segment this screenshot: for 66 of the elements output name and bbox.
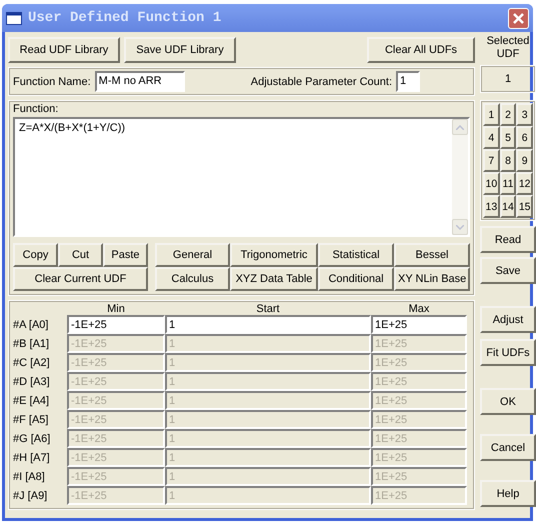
parameter-label: #E [A4] — [13, 394, 50, 406]
library-button[interactable]: Read UDF Library — [8, 37, 120, 63]
parameter-field[interactable]: 1 — [165, 315, 371, 334]
cancel-button[interactable]: Cancel — [480, 434, 536, 461]
parameter-label: #F [A5] — [13, 414, 50, 426]
function-category-button[interactable]: Trigonometric — [230, 243, 318, 267]
function-label: Function: — [13, 103, 60, 115]
clear-all-button[interactable]: Clear All UDFs — [367, 37, 475, 63]
column-header: Max — [408, 303, 430, 315]
close-icon — [512, 12, 525, 24]
function-name-field[interactable]: M-M no ARR — [94, 71, 185, 92]
fit-udfs-button[interactable]: Fit UDFs — [480, 339, 536, 366]
selected-udf-label: Selected UDF — [486, 35, 530, 62]
save-button[interactable]: Save — [480, 257, 536, 284]
parameter-field[interactable]: -1E+25 — [67, 315, 165, 334]
scrollbar[interactable] — [452, 119, 468, 235]
parameter-label: #C [A2] — [13, 356, 51, 368]
read-button[interactable]: Read — [480, 226, 536, 253]
parameter-field[interactable]: 1E+25 — [371, 315, 467, 334]
parameter-label: #H [A7] — [13, 452, 51, 464]
udf-number-button[interactable]: 5 — [500, 126, 516, 149]
window-icon — [6, 12, 22, 24]
edit-button[interactable]: Copy — [13, 243, 58, 267]
udf-number-button[interactable]: 8 — [500, 149, 516, 172]
udf-number-button[interactable]: 2 — [500, 103, 516, 126]
function-category-button[interactable]: Statistical — [318, 243, 394, 267]
udf-number-button[interactable]: 14 — [500, 195, 516, 218]
edit-button[interactable]: Paste — [103, 243, 148, 267]
window-title: User Defined Function 1 — [28, 10, 222, 26]
udf-number-button[interactable]: 1 — [483, 103, 500, 126]
udf-number-button[interactable]: 6 — [516, 126, 533, 149]
ok-button[interactable]: OK — [480, 388, 536, 415]
function-category-button[interactable]: Calculus — [155, 267, 230, 291]
function-category-button[interactable]: Conditional — [318, 267, 394, 291]
library-button[interactable]: Save UDF Library — [124, 37, 236, 63]
function-category-button[interactable]: General — [155, 243, 230, 267]
parameter-label: #B [A1] — [13, 338, 50, 350]
udf-number-button[interactable]: 12 — [516, 172, 533, 195]
function-field[interactable]: Z=A*X/(B+X*(1+Y/C)) — [13, 117, 470, 237]
parameter-label: #J [A9] — [13, 490, 48, 502]
parameter-label: #G [A6] — [13, 432, 52, 444]
edit-button[interactable]: Cut — [58, 243, 103, 267]
function-name-label: Function Name: — [13, 76, 91, 88]
udf-number-button[interactable]: 7 — [483, 149, 500, 172]
parameter-label: #A [A0] — [13, 318, 50, 330]
udf-number-button[interactable]: 9 — [516, 149, 533, 172]
close-button[interactable] — [508, 8, 529, 28]
adjust-button[interactable]: Adjust — [480, 306, 536, 333]
udf-number-button[interactable]: 15 — [516, 195, 533, 218]
udf-number-button[interactable]: 10 — [483, 172, 500, 195]
column-header: Min — [106, 303, 126, 315]
udf-number-button[interactable]: 13 — [483, 195, 500, 218]
parameter-label: #D [A3] — [13, 376, 51, 388]
udf-number-button[interactable]: 3 — [516, 103, 533, 126]
help-button[interactable]: Help — [480, 480, 536, 507]
parameter-count-field[interactable]: 1 — [396, 71, 420, 92]
clear-current-button[interactable]: Clear Current UDF — [13, 267, 148, 291]
column-header: Start — [255, 303, 281, 315]
function-category-button[interactable]: Bessel — [394, 243, 470, 267]
udf-number-button[interactable]: 4 — [483, 126, 500, 149]
function-category-button[interactable]: XY NLin Base — [394, 267, 470, 291]
parameter-label: #I [A8] — [13, 470, 46, 482]
udf-number-button[interactable]: 11 — [500, 172, 516, 195]
function-category-button[interactable]: XYZ Data Table — [230, 267, 318, 291]
parameter-count-label: Adjustable Parameter Count: — [250, 76, 392, 88]
selected-udf-value: 1 — [480, 65, 536, 93]
